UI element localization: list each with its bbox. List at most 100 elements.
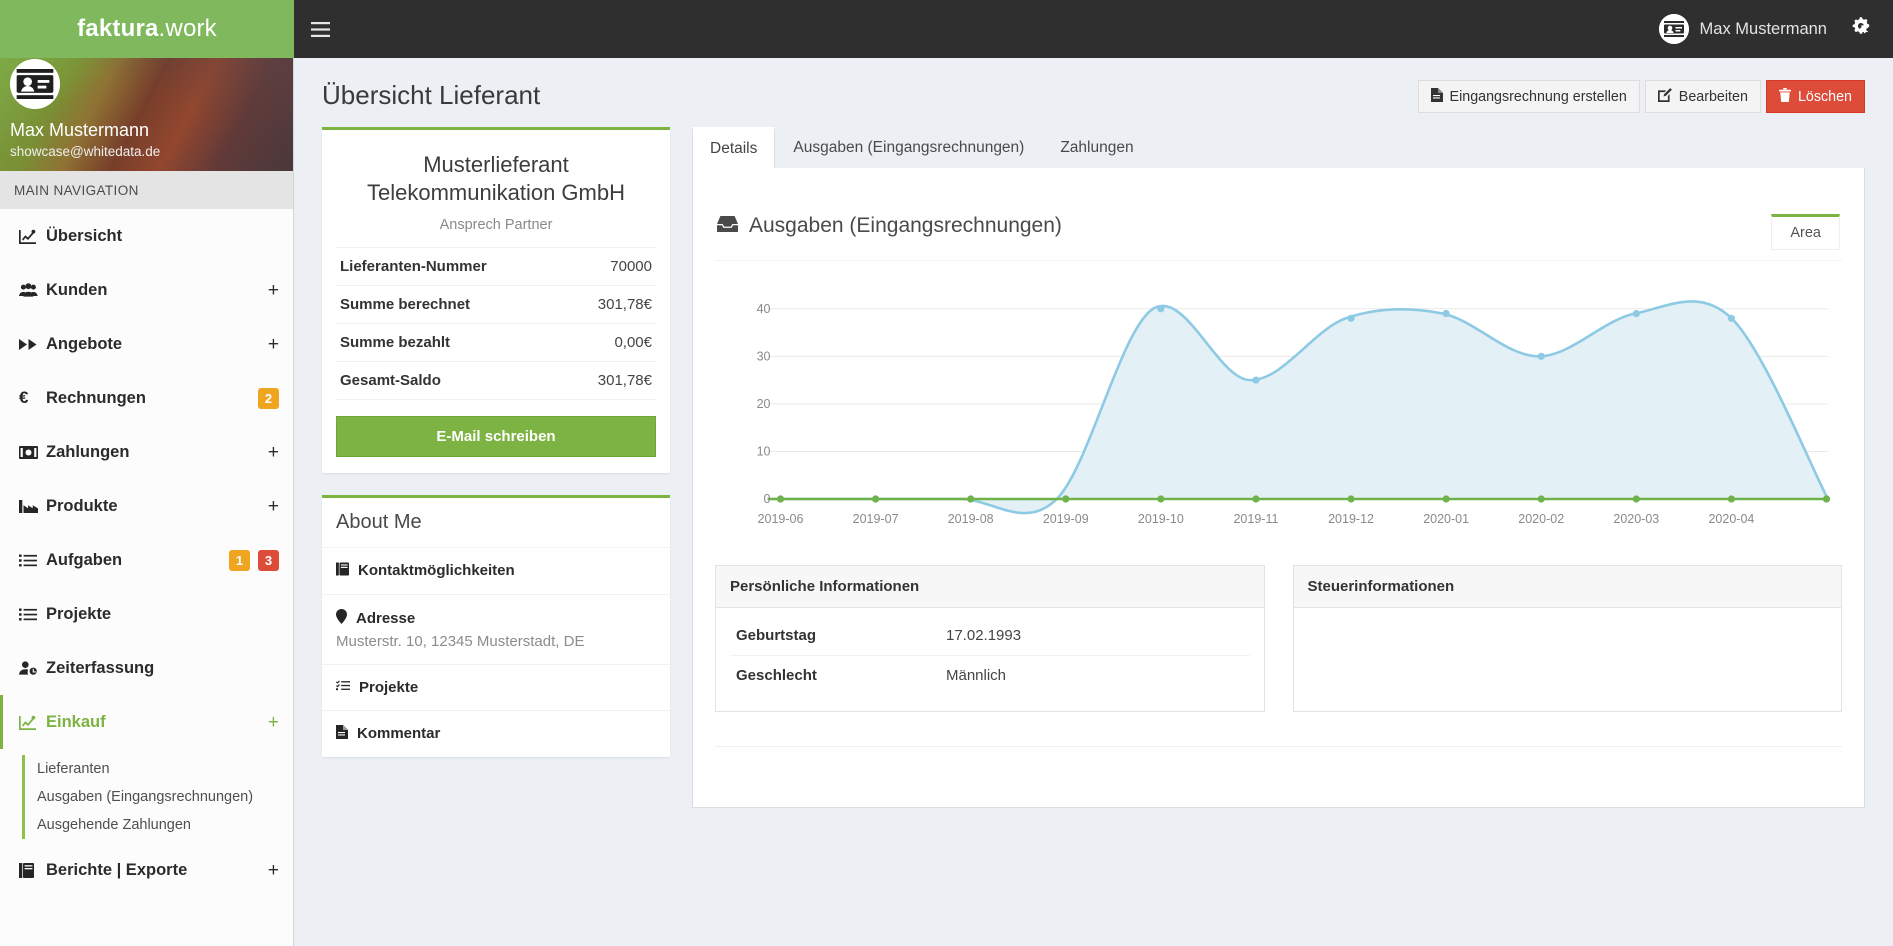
about-me-title: About Me <box>322 498 670 548</box>
kv-value: 301,78€ <box>597 371 652 389</box>
sidebar-item-label: Projekte <box>46 604 112 623</box>
sidebar-item-produkte[interactable]: Produkte + <box>0 479 293 533</box>
kv-value: 0,00€ <box>614 333 652 351</box>
status-badge: 2 <box>258 387 279 409</box>
gears-icon[interactable] <box>1845 16 1879 42</box>
edit-icon <box>1657 87 1672 106</box>
status-badge: 1 <box>229 549 250 571</box>
svg-text:2019-09: 2019-09 <box>1043 512 1089 526</box>
svg-text:30: 30 <box>757 349 771 363</box>
supplier-name: Musterlieferant Telekommunikation GmbH <box>367 152 625 205</box>
euro-icon: € <box>19 388 29 407</box>
kv-key: Summe bezahlt <box>340 333 451 351</box>
about-item-kommentar[interactable]: Kommentar <box>322 711 670 757</box>
submenu-list: Lieferanten Ausgaben (Eingangsrechnungen… <box>3 755 293 839</box>
chart-line-icon <box>19 715 46 730</box>
book-icon <box>19 862 46 878</box>
submenu-item-label: Ausgaben (Eingangsrechnungen) <box>37 789 254 805</box>
sidebar-user-panel: Max Mustermann showcase@whitedata.de <box>0 58 293 171</box>
tab-ausgaben[interactable]: Ausgaben (Eingangsrechnungen) <box>775 127 1042 168</box>
sidebar: Max Mustermann showcase@whitedata.de MAI… <box>0 58 294 946</box>
kv-value: 301,78€ <box>597 295 652 313</box>
app-logo[interactable]: faktura .work <box>0 0 294 58</box>
tab-zahlungen[interactable]: Zahlungen <box>1042 127 1151 168</box>
sidebar-item-zahlungen[interactable]: Zahlungen + <box>0 425 293 479</box>
plus-icon[interactable]: + <box>268 281 279 300</box>
navbar-user-name: Max Mustermann <box>1699 19 1827 38</box>
supplier-subtitle: Ansprech Partner <box>439 216 553 233</box>
badge-group: 2 <box>258 387 279 409</box>
tab-bar: Details Ausgaben (Eingangsrechnungen) Za… <box>692 127 1865 168</box>
sidebar-item-zeiterfassung[interactable]: Zeiterfassung <box>0 641 293 695</box>
chart-type-tab-area[interactable]: Area <box>1771 214 1840 250</box>
plus-icon[interactable]: + <box>268 861 279 880</box>
sidebar-submenu-einkauf: Lieferanten Ausgaben (Eingangsrechnungen… <box>0 749 293 843</box>
button-label: Bearbeiten <box>1678 88 1748 105</box>
sidebar-nav-header: MAIN NAVIGATION <box>0 171 293 209</box>
card-title: Steuerinformationen <box>1293 566 1841 608</box>
list-icon <box>19 608 46 621</box>
sidebar-item-rechnungen[interactable]: € Rechnungen 2 <box>0 371 293 425</box>
svg-text:2019-12: 2019-12 <box>1328 512 1374 526</box>
create-incoming-invoice-button[interactable]: Eingangsrechnung erstellen <box>1417 80 1640 113</box>
plus-icon[interactable]: + <box>268 335 279 354</box>
tab-panel-details: Ausgaben (Eingangsrechnungen) Area 0 10 20… <box>692 168 1865 808</box>
about-item-label: Projekte <box>359 678 419 696</box>
sidebar-item-label: Aufgaben <box>46 550 123 569</box>
about-item-label: Kontaktmöglichkeiten <box>358 562 515 580</box>
button-label: Eingangsrechnung erstellen <box>1449 88 1627 105</box>
content-divider <box>715 746 1842 747</box>
list-item: Summe berechnet 301,78€ <box>336 286 656 324</box>
users-icon <box>19 283 46 297</box>
about-item-adresse[interactable]: Adresse Musterstr. 10, 12345 Musterstadt… <box>322 595 670 665</box>
left-column: Musterlieferant Telekommunikation GmbH A… <box>322 127 670 808</box>
plus-icon[interactable]: + <box>268 443 279 462</box>
svg-text:2020-01: 2020-01 <box>1423 512 1469 526</box>
plus-icon[interactable]: + <box>268 713 279 732</box>
svg-text:40: 40 <box>757 302 771 316</box>
about-item-label: Adresse <box>356 609 416 627</box>
svg-text:2020-04: 2020-04 <box>1708 512 1754 526</box>
body-split: Max Mustermann showcase@whitedata.de MAI… <box>0 58 1893 946</box>
card-title: Persönliche Informationen <box>716 566 1264 608</box>
app-root: faktura .work Max Mustermann Max Musterm… <box>0 0 1893 946</box>
svg-text:0: 0 <box>764 492 771 506</box>
avatar[interactable] <box>10 58 60 109</box>
sidebar-user-name: Max Mustermann <box>10 119 150 140</box>
tab-details[interactable]: Details <box>692 127 776 168</box>
write-email-button[interactable]: E-Mail schreiben <box>336 415 656 457</box>
sidebar-item-label: Berichte | Exporte <box>46 860 188 879</box>
about-item-projekte[interactable]: Projekte <box>322 665 670 711</box>
about-item-text: Musterstr. 10, 12345 Musterstadt, DE <box>336 632 585 650</box>
file-icon <box>1430 87 1443 106</box>
submenu-item-ausgehende-zahlungen[interactable]: Ausgehende Zahlungen <box>3 811 293 839</box>
sidebar-item-angebote[interactable]: Angebote + <box>0 317 293 371</box>
list-item: Summe bezahlt 0,00€ <box>336 324 656 362</box>
sidebar-item-label: Übersicht <box>46 226 123 245</box>
about-item-kontaktmoeglichkeiten[interactable]: Kontaktmöglichkeiten <box>322 548 670 595</box>
sidebar-item-kunden[interactable]: Kunden + <box>0 263 293 317</box>
sidebar-item-aufgaben[interactable]: Aufgaben 1 3 <box>0 533 293 587</box>
hamburger-icon[interactable] <box>294 0 346 58</box>
submenu-item-ausgaben[interactable]: Ausgaben (Eingangsrechnungen) <box>3 783 293 811</box>
about-item-title-row: Adresse <box>336 608 656 628</box>
sidebar-item-einkauf[interactable]: Einkauf + <box>0 695 293 749</box>
info-card-row: Persönliche Informationen Geburtstag 17.… <box>715 565 1842 712</box>
svg-text:2020-02: 2020-02 <box>1518 512 1564 526</box>
header-action-buttons: Eingangsrechnung erstellen Bearbeiten Lö… <box>1417 80 1865 113</box>
about-item-title-row: Kontaktmöglichkeiten <box>336 562 656 580</box>
navbar-user-menu[interactable]: Max Mustermann <box>1658 14 1845 44</box>
sidebar-item-berichte-exporte[interactable]: Berichte | Exporte + <box>0 843 293 897</box>
list-item: Lieferanten-Nummer 70000 <box>336 248 656 286</box>
edit-button[interactable]: Bearbeiten <box>1644 80 1761 113</box>
sidebar-item-uebersicht[interactable]: Übersicht <box>0 209 293 263</box>
chart-line-icon <box>19 229 46 244</box>
submenu-item-lieferanten[interactable]: Lieferanten <box>3 755 293 783</box>
plus-icon[interactable]: + <box>268 497 279 516</box>
chart-panel: Ausgaben (Eingangsrechnungen) Area 0 10 20… <box>715 202 1842 529</box>
sidebar-item-projekte[interactable]: Projekte <box>0 587 293 641</box>
delete-button[interactable]: Löschen <box>1765 80 1865 113</box>
personal-information-card: Persönliche Informationen Geburtstag 17.… <box>715 565 1265 712</box>
supplier-kv-list: Lieferanten-Nummer 70000 Summe berechnet… <box>336 246 656 400</box>
svg-text:10: 10 <box>757 444 771 458</box>
